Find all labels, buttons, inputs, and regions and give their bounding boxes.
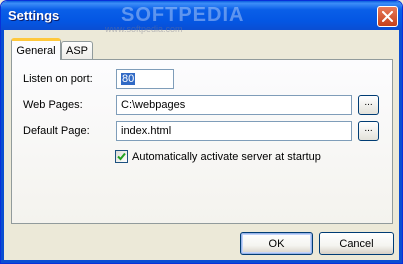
default-page-label: Default Page: (23, 125, 90, 137)
autostart-label[interactable]: Automatically activate server at startup (132, 151, 321, 163)
web-pages-browse-button[interactable]: ... (358, 95, 379, 115)
checkmark-icon (117, 152, 126, 161)
default-page-input[interactable]: index.html (116, 121, 352, 141)
window-title: Settings (8, 8, 60, 23)
window-border-right (399, 30, 402, 263)
web-pages-input[interactable]: C:\webpages (116, 95, 352, 115)
default-page-browse-button[interactable]: ... (358, 121, 379, 141)
tab-asp[interactable]: ASP (61, 41, 93, 60)
settings-dialog: Settings SOFTPEDIA www.softpedia.com Gen… (0, 0, 403, 264)
close-button[interactable] (377, 6, 398, 27)
cancel-button[interactable]: Cancel (319, 232, 394, 255)
window-border-left (1, 30, 4, 263)
watermark-url: www.softpedia.com (105, 24, 183, 34)
port-value: 80 (121, 73, 136, 85)
ok-button-label: OK (268, 237, 285, 250)
title-bar[interactable]: Settings SOFTPEDIA www.softpedia.com (1, 1, 402, 34)
tab-panel-general: Listen on port: 80 Web Pages: C:\webpage… (11, 59, 393, 224)
port-label: Listen on port: (23, 73, 93, 85)
tab-asp-label: ASP (65, 45, 88, 57)
web-pages-value: C:\webpages (121, 99, 186, 111)
cancel-button-label: Cancel (339, 237, 374, 250)
port-input[interactable]: 80 (116, 69, 174, 89)
tab-general-label: General (16, 44, 56, 57)
default-page-value: index.html (121, 125, 172, 137)
tab-general[interactable]: General (11, 38, 61, 60)
autostart-checkbox[interactable] (115, 150, 128, 163)
window-border-bottom (1, 260, 402, 263)
web-pages-label: Web Pages: (23, 99, 83, 111)
ok-button[interactable]: OK (240, 232, 313, 255)
close-icon (382, 11, 393, 22)
